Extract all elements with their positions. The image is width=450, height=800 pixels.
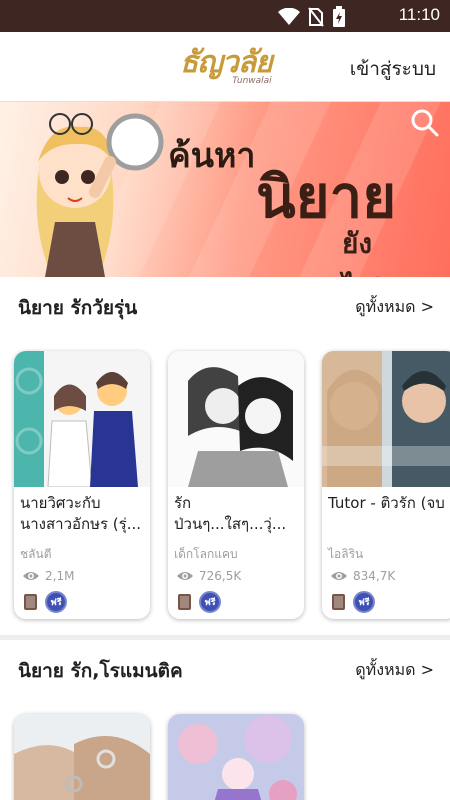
search-icon[interactable]	[410, 108, 440, 138]
novel-author: เด็กโลกแคบ	[174, 547, 238, 561]
novel-badges: ฟรี	[332, 591, 375, 613]
cover-photo	[14, 714, 150, 800]
novel-card[interactable]: นายวิศวะกับนางสาวอักษร (รุ่... ชลันตี 2,…	[14, 351, 150, 619]
cover-illustration	[168, 714, 304, 800]
cover-illustration	[168, 351, 304, 487]
novel-cover	[14, 351, 150, 487]
eye-icon	[177, 572, 193, 580]
battery-charging-icon	[333, 6, 345, 27]
novel-views: 726,5K	[176, 569, 241, 583]
novel-title: รัก ป่วนๆ...ใสๆ...วุ่...	[174, 494, 287, 533]
app-header: ธัญวลัย Tunwalai เข้าสู่ระบบ	[0, 32, 450, 102]
status-bar: 11:10	[0, 0, 450, 32]
view-count: 2,1M	[45, 569, 75, 583]
novel-author: ไอลิริน	[328, 547, 364, 561]
novel-title: นายวิศวะกับนางสาวอักษร (รุ่...	[20, 494, 142, 533]
free-badge: ฟรี	[199, 591, 221, 613]
section-title: นิยาย รักวัยรุ่น	[18, 297, 138, 319]
see-all-link[interactable]: ดูทั้งหมด >	[355, 658, 434, 683]
login-button[interactable]: เข้าสู่ระบบ	[350, 54, 436, 84]
view-count: 726,5K	[199, 569, 242, 583]
novel-card[interactable]	[14, 714, 150, 800]
see-all-link[interactable]: ดูทั้งหมด >	[355, 295, 434, 320]
novel-badges: ฟรี	[178, 591, 221, 613]
section-romance: นิยาย รัก,โรแมนติค ดูทั้งหมด >	[0, 640, 450, 800]
section-teen-romance: นิยาย รักวัยรุ่น ดูทั้งหมด > นายวิศวะกับ…	[0, 277, 450, 635]
novel-badges: ฟรี	[24, 591, 67, 613]
novel-author: ชลันตี	[20, 547, 52, 561]
novel-views: 834,7K	[330, 569, 395, 583]
wifi-icon	[278, 8, 300, 25]
logo-text: ธัญวลัย	[180, 45, 273, 80]
cover-illustration	[14, 351, 150, 487]
banner-line-1: ค้นหา	[168, 136, 256, 176]
eye-icon	[23, 572, 39, 580]
section-title: นิยาย รัก,โรแมนติค	[18, 660, 183, 682]
novel-title: Tutor - ติวรัก (จบ	[328, 494, 445, 512]
no-sim-icon	[308, 7, 324, 27]
novel-views: 2,1M	[22, 569, 74, 583]
status-icons	[278, 6, 346, 28]
book-icon	[332, 594, 345, 610]
novel-cover	[322, 351, 450, 487]
free-badge: ฟรี	[45, 591, 67, 613]
book-icon	[24, 594, 37, 610]
novel-cover	[168, 351, 304, 487]
novel-card[interactable]: รัก ป่วนๆ...ใสๆ...วุ่... เด็กโลกแคบ 726,…	[168, 351, 304, 619]
app-logo[interactable]: ธัญวลัย Tunwalai	[180, 45, 273, 87]
novel-card[interactable]	[168, 714, 304, 800]
cover-photo	[322, 351, 450, 487]
book-icon	[178, 594, 191, 610]
novel-card[interactable]: Tutor - ติวรัก (จบ ไอลิริน 834,7K ฟรี	[322, 351, 450, 619]
eye-icon	[331, 572, 347, 580]
free-badge: ฟรี	[353, 591, 375, 613]
view-count: 834,7K	[353, 569, 396, 583]
cartoon-girl-illustration	[36, 113, 164, 277]
status-time: 11:10	[398, 5, 440, 24]
